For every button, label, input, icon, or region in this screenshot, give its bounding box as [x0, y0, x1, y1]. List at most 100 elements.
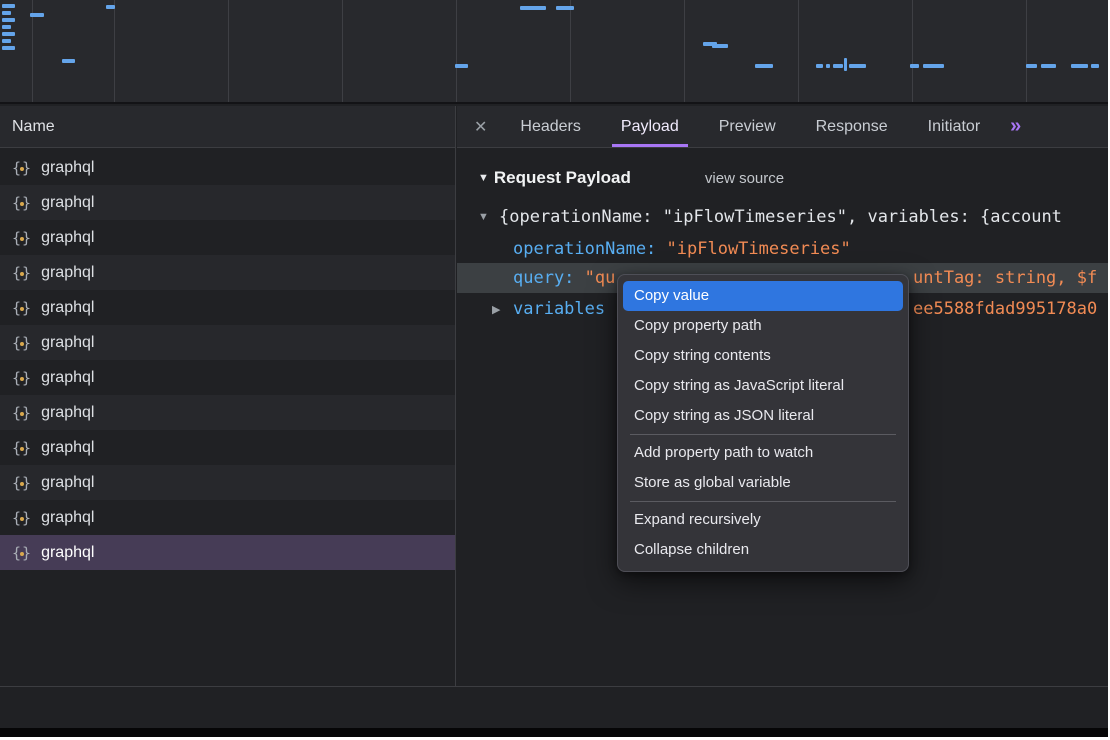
timeline-activity-bar	[826, 64, 830, 68]
json-icon-dot	[20, 167, 24, 171]
json-icon-dot	[20, 482, 24, 486]
request-name: graphql	[41, 369, 94, 387]
timeline-activity-bar	[106, 5, 115, 9]
timeline-activity-bar	[2, 25, 11, 29]
request-name: graphql	[41, 194, 94, 212]
section-title: Request Payload	[494, 168, 631, 188]
timeline-activity-bar	[1041, 64, 1056, 68]
menu-separator	[630, 434, 896, 435]
request-name: graphql	[41, 159, 94, 177]
tab-strip: Headers Payload Preview Response Initiator	[500, 106, 1000, 147]
json-braces-icon: {}	[12, 439, 32, 457]
name-column-header[interactable]: Name	[0, 106, 455, 148]
request-row[interactable]: {} graphql	[0, 185, 455, 220]
request-row[interactable]: {}graphql	[0, 500, 455, 535]
request-row[interactable]: {} graphql	[0, 430, 455, 465]
json-braces-icon: {}	[12, 334, 32, 352]
timeline-activity-bar	[2, 46, 15, 50]
tab-preview[interactable]: Preview	[710, 106, 785, 147]
json-braces-icon: {}	[12, 264, 32, 282]
overflow-tabs-icon[interactable]: »	[1010, 115, 1021, 138]
timeline-activity-bar	[2, 4, 15, 8]
request-row[interactable]: {}graphql	[0, 535, 455, 570]
json-braces-icon: {}	[12, 159, 32, 177]
operation-name-row[interactable]: operationName: "ipFlowTimeseries"	[457, 235, 1108, 263]
request-row[interactable]: {}graphql	[0, 290, 455, 325]
view-source-link[interactable]: view source	[705, 170, 784, 187]
request-name: graphql	[41, 334, 94, 352]
request-row[interactable]: {} graphql	[0, 360, 455, 395]
timeline-activity-bar	[2, 18, 15, 22]
tab-initiator[interactable]: Initiator	[919, 106, 989, 147]
timeline-activity-bar	[849, 64, 866, 68]
json-icon-dot	[20, 202, 24, 206]
menu-item-copy-property-path[interactable]: Copy property path	[623, 311, 903, 341]
request-row[interactable]: {} graphql	[0, 150, 455, 185]
close-icon[interactable]: ✕	[457, 117, 500, 137]
timeline-activity-bar	[712, 44, 728, 48]
property-key: operationName:	[513, 239, 667, 259]
status-bar	[0, 686, 1108, 728]
request-name: graphql	[41, 299, 94, 317]
menu-item-copy-string-as-json-literal[interactable]: Copy string as JSON literal	[623, 401, 903, 431]
property-key: query:	[513, 268, 585, 288]
timeline-activity-bar	[2, 11, 11, 15]
menu-item-store-as-global-variable[interactable]: Store as global variable	[623, 468, 903, 498]
request-name: graphql	[41, 544, 94, 562]
json-icon-dot	[20, 517, 24, 521]
timeline-activity-bar	[1071, 64, 1088, 68]
request-name: graphql	[41, 404, 94, 422]
request-row[interactable]: {} graphql	[0, 465, 455, 500]
request-payload-section: ▼ Request Payload view source	[457, 166, 1108, 190]
request-name: graphql	[41, 474, 94, 492]
request-name: graphql	[41, 264, 94, 282]
json-braces-icon: {}	[12, 474, 32, 492]
request-row[interactable]: {} graphql	[0, 325, 455, 360]
tab-payload[interactable]: Payload	[612, 106, 688, 147]
property-value-visible-end: ee5588fdad995178a0	[913, 295, 1097, 323]
tab-headers[interactable]: Headers	[511, 106, 589, 147]
network-overview-timeline[interactable]	[0, 0, 1108, 104]
json-icon-dot	[20, 272, 24, 276]
section-collapse-triangle-icon[interactable]: ▼	[478, 172, 489, 184]
menu-item-collapse-children[interactable]: Collapse children	[623, 535, 903, 565]
request-row[interactable]: {} graphql	[0, 220, 455, 255]
request-row[interactable]: {} graphql	[0, 255, 455, 290]
json-braces-icon: {}	[12, 229, 32, 247]
tab-response[interactable]: Response	[807, 106, 897, 147]
menu-item-copy-value[interactable]: Copy value	[623, 281, 903, 311]
devtools-window: Name {} graphql {} graphql {} graphql {} graphq…	[0, 0, 1108, 737]
json-braces-icon: {}	[12, 369, 32, 387]
timeline-activity-bar	[556, 6, 574, 10]
menu-item-add-property-path-to-watch[interactable]: Add property path to watch	[623, 438, 903, 468]
timeline-activity-bar	[816, 64, 823, 68]
timeline-activity-bar	[923, 64, 944, 68]
property-value-visible-end: untTag: string, $f	[913, 263, 1097, 293]
json-icon-dot	[20, 377, 24, 381]
request-name: graphql	[41, 229, 94, 247]
payload-root-row[interactable]: ▼ {operationName: "ipFlowTimeseries", va…	[457, 203, 1108, 231]
menu-separator	[630, 501, 896, 502]
timeline-activity-bar	[62, 59, 75, 63]
timeline-activity-bar	[1026, 64, 1037, 68]
expand-triangle-icon[interactable]: ▼	[478, 211, 499, 223]
context-menu: Copy valueCopy property pathCopy string …	[617, 274, 909, 572]
timeline-activity-bar	[455, 64, 468, 68]
timeline-activity-bar	[2, 39, 11, 43]
property-key: variables	[513, 299, 605, 319]
json-braces-icon: {}	[12, 194, 32, 212]
menu-item-copy-string-contents[interactable]: Copy string contents	[623, 341, 903, 371]
menu-item-copy-string-as-javascript-literal[interactable]: Copy string as JavaScript literal	[623, 371, 903, 401]
menu-item-expand-recursively[interactable]: Expand recursively	[623, 505, 903, 535]
object-preview-text: {operationName: "ipFlowTimeseries", vari…	[499, 207, 1062, 227]
json-icon-dot	[20, 412, 24, 416]
json-icon-dot	[20, 447, 24, 451]
request-name: graphql	[41, 439, 94, 457]
timeline-activity-bar	[910, 64, 919, 68]
tab-bar: ✕ Headers Payload Preview Response Initiator…	[457, 106, 1108, 148]
window-bottom-edge	[0, 728, 1108, 737]
network-panel: Name {} graphql {} graphql {} graphql {} graphq…	[0, 106, 456, 686]
timeline-activity-bar	[30, 13, 44, 17]
request-row[interactable]: {}graphql	[0, 395, 455, 430]
expand-triangle-icon[interactable]: ▶	[492, 303, 513, 316]
